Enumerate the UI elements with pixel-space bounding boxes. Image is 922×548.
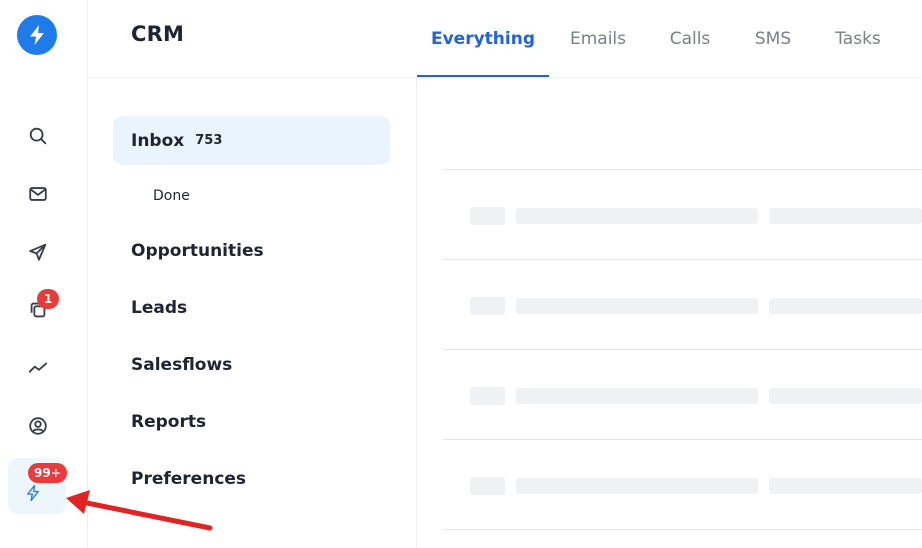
skeleton-line	[516, 388, 758, 404]
header-divider	[88, 77, 922, 78]
rail-mail-button[interactable]	[19, 175, 57, 213]
inbox-count: 753	[195, 133, 223, 148]
skeleton-avatar	[470, 387, 505, 405]
skeleton-line	[516, 478, 758, 494]
skeleton-avatar	[470, 207, 505, 225]
skeleton-line	[769, 208, 922, 224]
nav-item-reports[interactable]: Reports	[131, 412, 206, 432]
tab-tasks[interactable]: Tasks	[823, 0, 893, 77]
skeleton-line	[516, 208, 758, 224]
skeleton-line	[769, 388, 922, 404]
page-title: CRM	[131, 22, 185, 46]
trend-icon	[28, 362, 48, 373]
skeleton-avatar	[470, 297, 505, 315]
row-divider	[443, 259, 922, 260]
row-divider	[443, 529, 922, 530]
mail-icon	[29, 187, 47, 201]
tab-bar: Everything Emails Calls SMS Tasks	[417, 0, 922, 77]
notifications-badge: 99+	[28, 463, 67, 483]
nav-item-preferences[interactable]: Preferences	[131, 469, 246, 489]
tab-emails[interactable]: Emails	[557, 0, 639, 77]
rail-send-button[interactable]	[19, 233, 57, 271]
nav-item-done[interactable]: Done	[153, 188, 190, 204]
copies-badge: 1	[37, 289, 59, 309]
search-icon	[29, 127, 47, 145]
skeleton-line	[769, 478, 922, 494]
skeleton-line	[769, 298, 922, 314]
tab-sms[interactable]: SMS	[743, 0, 803, 77]
row-divider	[443, 169, 922, 170]
row-divider	[443, 349, 922, 350]
skeleton-line	[516, 298, 758, 314]
user-circle-icon	[29, 417, 47, 435]
rail-search-button[interactable]	[19, 117, 57, 155]
nav-item-inbox[interactable]: Inbox 753	[113, 116, 390, 165]
nav-item-salesflows[interactable]: Salesflows	[131, 355, 232, 375]
nav-item-leads[interactable]: Leads	[131, 298, 187, 318]
tab-calls[interactable]: Calls	[657, 0, 723, 77]
row-divider	[443, 439, 922, 440]
skeleton-avatar	[470, 477, 505, 495]
bolt-icon	[30, 25, 44, 45]
bolt-icon	[27, 484, 39, 502]
rail-account-button[interactable]	[19, 407, 57, 445]
nav-item-label: Inbox	[131, 130, 185, 151]
annotation-arrow-icon	[66, 490, 213, 531]
send-icon	[29, 243, 47, 261]
nav-divider	[416, 78, 417, 548]
app-logo[interactable]	[17, 15, 57, 55]
rail-trends-button[interactable]	[19, 349, 57, 387]
tab-everything[interactable]: Everything	[417, 0, 549, 77]
icon-rail: 1 99+	[0, 0, 88, 548]
nav-item-opportunities[interactable]: Opportunities	[131, 241, 264, 261]
